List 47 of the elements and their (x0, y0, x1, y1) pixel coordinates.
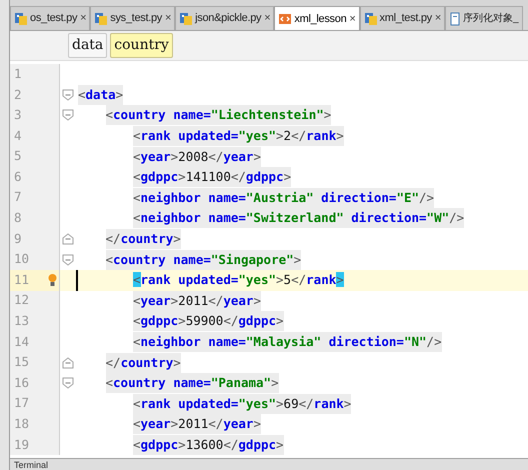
line-number: 6 (14, 168, 22, 186)
line-number: 2 (14, 86, 22, 104)
xml-file-icon (278, 12, 292, 26)
line-number: 18 (14, 415, 30, 434)
line-number: 9 (14, 230, 22, 248)
terminal-tab[interactable]: Terminal (14, 460, 48, 470)
line-number: 14 (14, 332, 30, 351)
python-file-icon (14, 12, 28, 26)
line-number: 12 (14, 291, 30, 310)
code-line: <rank updated="yes">5</rank> (133, 271, 344, 290)
close-icon[interactable]: × (80, 10, 86, 27)
line-number: 8 (14, 209, 22, 228)
editor-tab[interactable]: json&pickle.py × (175, 6, 274, 30)
editor-tab[interactable]: 序列化对象_ (445, 6, 523, 30)
close-icon[interactable]: × (165, 10, 172, 27)
editor-tab[interactable]: sys_test.py × (90, 6, 176, 30)
fold-end-icon[interactable] (62, 356, 74, 369)
line-number: 19 (14, 436, 30, 454)
lightbulb-icon[interactable] (48, 273, 57, 288)
fold-start-icon[interactable] (62, 88, 74, 101)
fold-end-icon[interactable] (62, 233, 74, 246)
line-number: 10 (14, 250, 30, 268)
line-number: 15 (14, 353, 30, 372)
close-icon[interactable]: × (264, 10, 270, 27)
close-icon[interactable]: × (434, 10, 441, 27)
line-number: 11 (14, 270, 30, 289)
line-number: 3 (14, 106, 22, 124)
breadcrumb[interactable]: data (68, 33, 108, 58)
editor-tab[interactable]: xml_test.py × (360, 6, 445, 30)
line-number: 1 (14, 64, 22, 83)
line-number: 13 (14, 312, 30, 330)
fold-start-icon[interactable] (62, 109, 74, 122)
fold-start-icon[interactable] (62, 377, 74, 390)
line-number: 5 (14, 147, 22, 166)
python-file-icon (94, 12, 108, 26)
python-file-icon (364, 12, 378, 26)
editor-tab[interactable]: os_test.py × (10, 6, 90, 30)
breadcrumb[interactable]: country (110, 33, 173, 58)
editor-tab[interactable]: xml_lesson × (274, 6, 360, 30)
fold-start-icon[interactable] (62, 254, 74, 266)
text-file-icon (449, 12, 461, 26)
line-number: 16 (14, 374, 30, 392)
line-number: 17 (14, 394, 30, 412)
line-number: 4 (14, 126, 22, 145)
python-file-icon (179, 12, 194, 26)
close-icon[interactable]: × (349, 10, 356, 28)
line-number: 7 (14, 188, 22, 206)
